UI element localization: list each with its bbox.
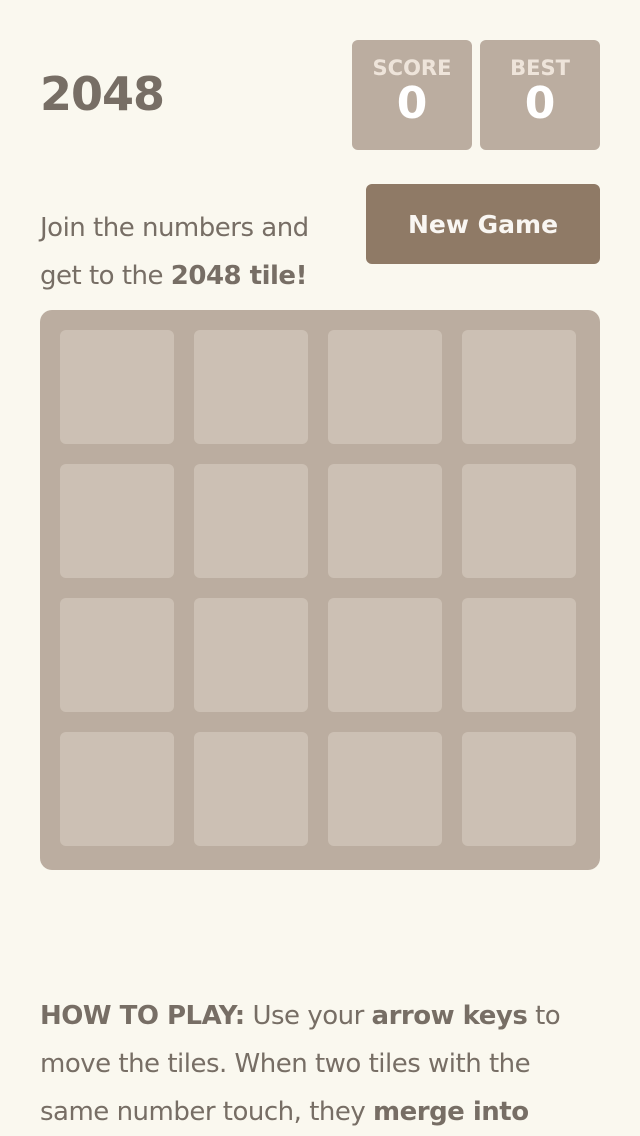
score-label: SCORE [372, 56, 452, 80]
grid-cell [462, 732, 576, 846]
how-to-play-heading: HOW TO PLAY: [40, 1001, 245, 1031]
instructions-bold-arrow-keys: arrow keys [371, 1001, 528, 1031]
grid-cell [462, 464, 576, 578]
intro-text: Join the numbers and get to the 2048 til… [40, 204, 350, 300]
grid-cell [60, 464, 174, 578]
game-title: 2048 [40, 67, 165, 121]
intro-text-bold: 2048 tile! [170, 261, 308, 291]
grid-cell [194, 330, 308, 444]
best-label: BEST [510, 56, 570, 80]
grid-cell [328, 598, 442, 712]
grid-cell [328, 732, 442, 846]
score-value: 0 [396, 78, 428, 129]
game-board[interactable] [40, 310, 600, 870]
best-value: 0 [524, 78, 556, 129]
instructions-bold-merge: merge into [373, 1097, 529, 1127]
grid-cell [60, 732, 174, 846]
new-game-button[interactable]: New Game [366, 184, 600, 264]
grid-cell [194, 598, 308, 712]
grid-cell [194, 464, 308, 578]
grid-cell [60, 330, 174, 444]
grid-cell [462, 330, 576, 444]
instructions-text-1: Use your [244, 1001, 372, 1031]
grid-cell [328, 464, 442, 578]
best-score-box: BEST 0 [480, 40, 600, 150]
grid-cell [194, 732, 308, 846]
score-box: SCORE 0 [352, 40, 472, 150]
grid-cell [60, 598, 174, 712]
how-to-play-text: HOW TO PLAY: Use your arrow keys to move… [40, 992, 600, 1136]
grid-cell [462, 598, 576, 712]
grid-cell [328, 330, 442, 444]
